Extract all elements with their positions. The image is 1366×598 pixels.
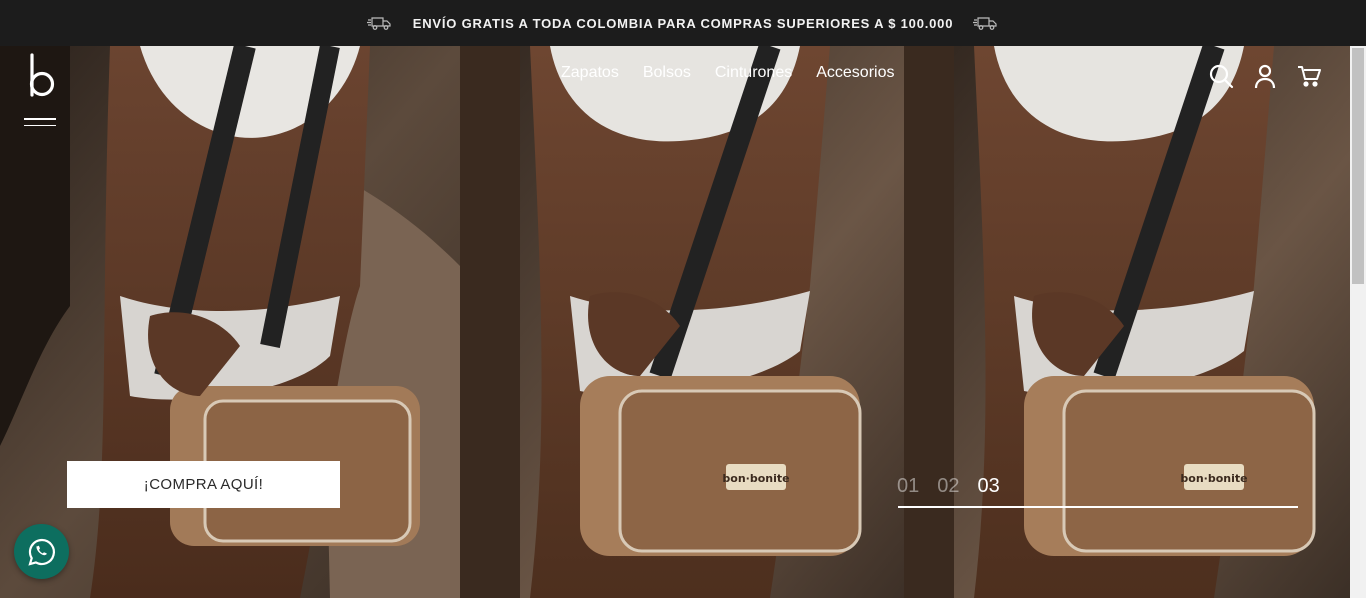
hero-image-panel-2: bon·bonite [460, 46, 904, 598]
search-icon[interactable] [1208, 63, 1234, 89]
hero-banner[interactable]: bon·bonite bon·bonite [0, 46, 1350, 598]
slide-indicators: 01 02 03 [897, 475, 1018, 498]
announcement-bar: ENVÍO GRATIS A TODA COLOMBIA PARA COMPRA… [0, 0, 1366, 46]
header-actions [1208, 63, 1322, 89]
whatsapp-icon [27, 538, 55, 566]
nav-zapatos[interactable]: Zapatos [561, 64, 619, 82]
nav-cinturones[interactable]: Cinturones [715, 64, 792, 82]
hero-image-panel-3: bon·bonite [904, 46, 1350, 598]
bag-label: bon·bonite [1180, 472, 1247, 485]
shop-now-button[interactable]: ¡COMPRA AQUÍ! [67, 461, 340, 508]
slide-indicator-3[interactable]: 03 [978, 475, 1000, 498]
hamburger-icon[interactable] [24, 118, 56, 134]
main-nav: Zapatos Bolsos Cinturones Accesorios [561, 64, 894, 82]
slide-indicator-2[interactable]: 02 [937, 475, 959, 498]
cart-icon[interactable] [1296, 63, 1322, 89]
hero-image-panel-1 [0, 46, 460, 598]
hamburger-line [24, 124, 56, 126]
scrollbar-thumb[interactable] [1352, 48, 1364, 284]
hamburger-line [24, 118, 56, 120]
bag-label: bon·bonite [722, 472, 789, 485]
slide-progress-bar [898, 506, 1298, 508]
brand-b-logo[interactable] [26, 52, 58, 100]
slide-indicator-1[interactable]: 01 [897, 475, 919, 498]
truck-icon [973, 17, 997, 30]
truck-icon [366, 17, 391, 30]
announcement-text: ENVÍO GRATIS A TODA COLOMBIA PARA COMPRA… [412, 15, 954, 31]
whatsapp-button[interactable] [14, 524, 69, 579]
page-scrollbar[interactable] [1350, 46, 1366, 598]
account-icon[interactable] [1252, 63, 1278, 89]
nav-bolsos[interactable]: Bolsos [643, 64, 691, 82]
nav-accesorios[interactable]: Accesorios [816, 64, 894, 82]
